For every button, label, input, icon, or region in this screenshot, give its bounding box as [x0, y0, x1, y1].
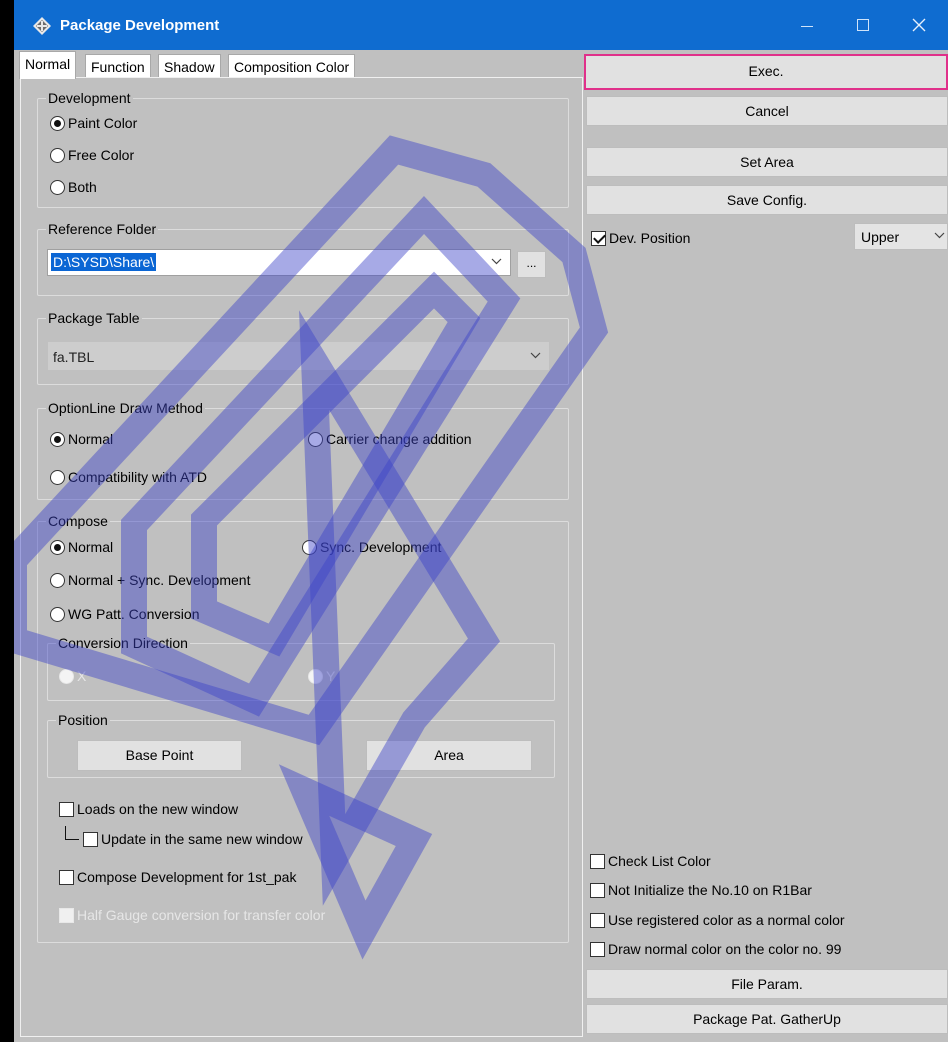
radio-indicator: [308, 668, 323, 684]
radio-sync-development[interactable]: Sync. Development: [302, 538, 441, 555]
checkbox-not-initialize[interactable]: Not Initialize the No.10 on R1Bar: [590, 881, 812, 898]
checkbox-indicator: [590, 941, 605, 957]
close-icon: [912, 18, 926, 32]
maximize-button[interactable]: [840, 0, 886, 50]
checkbox-indicator: [591, 230, 606, 246]
package-table-legend: Package Table: [48, 310, 140, 326]
optionline-legend: OptionLine Draw Method: [48, 400, 203, 416]
radio-wg-conversion[interactable]: WG Patt. Conversion: [50, 605, 200, 622]
set-area-button[interactable]: Set Area: [586, 147, 948, 177]
reference-folder-value: D:\SYSD\Share\: [51, 253, 157, 271]
dev-position-select[interactable]: Upper: [854, 223, 948, 250]
dialog-window: Package Development Normal Function Shad…: [14, 0, 948, 1042]
title-bar[interactable]: Package Development: [14, 0, 948, 50]
radio-indicator: [50, 469, 65, 485]
package-table-value: fa.TBL: [53, 349, 95, 365]
conversion-direction-group: Conversion Direction: [47, 635, 555, 701]
checkbox-indicator: [590, 853, 605, 869]
radio-direction-x[interactable]: X: [59, 667, 86, 684]
checkbox-indicator: [59, 869, 74, 885]
radio-direction-y[interactable]: Y: [308, 667, 335, 684]
radio-compatibility-atd[interactable]: Compatibility with ATD: [50, 468, 207, 485]
tab-panel-normal: Development Paint Color Free Color Both …: [20, 77, 583, 1037]
dev-position-value: Upper: [861, 229, 900, 245]
radio-optionline-normal[interactable]: Normal: [50, 430, 113, 447]
reference-folder-legend: Reference Folder: [48, 221, 157, 237]
base-point-button[interactable]: Base Point: [77, 740, 242, 771]
checkbox-loads-new-window[interactable]: Loads on the new window: [59, 800, 238, 817]
radio-indicator: [59, 668, 74, 684]
checkbox-draw-normal-99[interactable]: Draw normal color on the color no. 99: [590, 940, 841, 957]
app-icon: [33, 17, 51, 35]
radio-indicator: [50, 147, 65, 163]
tab-normal[interactable]: Normal: [19, 51, 77, 79]
radio-indicator: [50, 431, 65, 447]
radio-carrier-change[interactable]: Carrier change addition: [308, 430, 472, 447]
save-config-button[interactable]: Save Config.: [586, 185, 948, 215]
radio-normal-sync[interactable]: Normal + Sync. Development: [50, 571, 250, 588]
maximize-icon: [857, 19, 869, 31]
chevron-down-icon: [491, 258, 502, 265]
checkbox-indicator: [83, 831, 98, 847]
tab-shadow[interactable]: Shadow: [158, 54, 221, 78]
package-table-combo[interactable]: fa.TBL: [47, 341, 550, 371]
checkbox-check-list-color[interactable]: Check List Color: [590, 852, 711, 869]
tab-composition-color[interactable]: Composition Color: [228, 54, 356, 78]
window-title: Package Development: [60, 17, 220, 34]
close-button[interactable]: [896, 0, 942, 50]
exec-button[interactable]: Exec.: [584, 54, 948, 90]
radio-indicator: [50, 606, 65, 622]
radio-both[interactable]: Both: [50, 178, 97, 195]
file-param-button[interactable]: File Param.: [586, 969, 948, 999]
position-legend: Position: [58, 712, 108, 728]
checkbox-use-registered[interactable]: Use registered color as a normal color: [590, 911, 845, 928]
checkbox-compose-1st-pak[interactable]: Compose Development for 1st_pak: [59, 868, 296, 885]
package-gatherup-button[interactable]: Package Pat. GatherUp: [586, 1004, 948, 1034]
reference-folder-combo[interactable]: D:\SYSD\Share\: [47, 249, 511, 276]
radio-compose-normal[interactable]: Normal: [50, 538, 113, 555]
chevron-down-icon: [934, 232, 945, 239]
radio-indicator: [50, 179, 65, 195]
checkbox-indicator: [59, 907, 74, 923]
radio-indicator: [302, 539, 317, 555]
chevron-down-icon: [530, 352, 541, 359]
checkbox-half-gauge[interactable]: Half Gauge conversion for transfer color: [59, 906, 325, 923]
browse-folder-button[interactable]: ...: [517, 251, 546, 278]
checkbox-dev-position[interactable]: Dev. Position: [591, 229, 690, 246]
checkbox-indicator: [590, 912, 605, 928]
tree-connector: [65, 826, 79, 840]
cancel-button[interactable]: Cancel: [586, 96, 948, 126]
minimize-icon: [801, 26, 813, 27]
radio-paint-color[interactable]: Paint Color: [50, 114, 137, 131]
radio-indicator: [50, 115, 65, 131]
minimize-button[interactable]: [784, 0, 830, 50]
area-button[interactable]: Area: [366, 740, 532, 771]
radio-indicator: [50, 539, 65, 555]
compose-legend: Compose: [48, 513, 108, 529]
development-legend: Development: [48, 90, 131, 106]
checkbox-update-same-window[interactable]: Update in the same new window: [83, 830, 303, 847]
radio-indicator: [50, 572, 65, 588]
tab-function[interactable]: Function: [85, 54, 151, 78]
radio-indicator: [308, 431, 323, 447]
checkbox-indicator: [59, 801, 74, 817]
radio-free-color[interactable]: Free Color: [50, 146, 134, 163]
conversion-direction-legend: Conversion Direction: [58, 635, 188, 651]
checkbox-indicator: [590, 882, 605, 898]
